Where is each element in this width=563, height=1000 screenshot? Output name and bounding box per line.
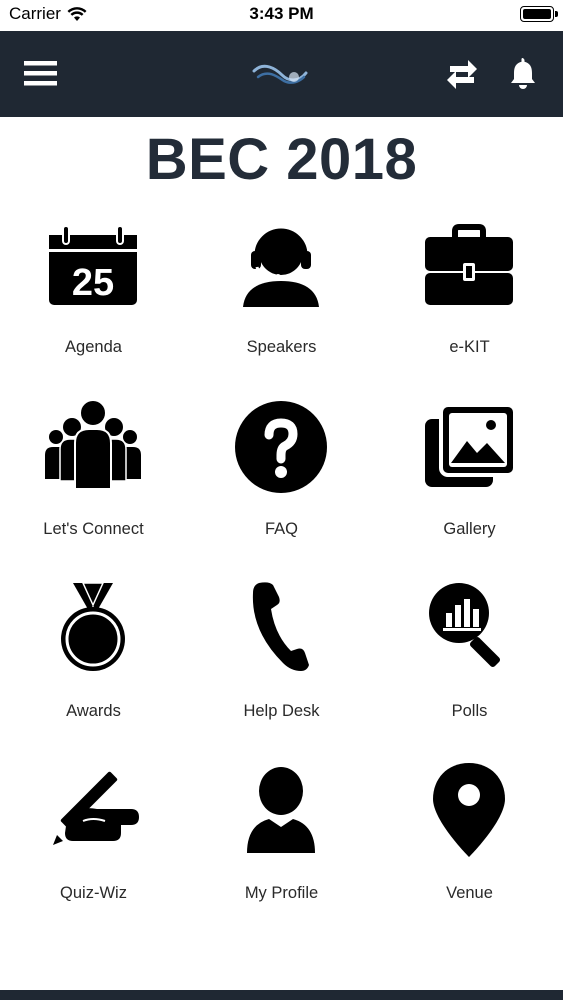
page-title: BEC 2018 (145, 127, 418, 192)
tile-label: Polls (451, 702, 488, 720)
tile-label: Agenda (65, 338, 122, 356)
medal-icon (61, 582, 125, 671)
app-logo (248, 55, 312, 95)
tile-gallery[interactable]: Gallery (376, 397, 563, 557)
profile-icon (247, 767, 315, 853)
tile-faq[interactable]: FAQ (188, 397, 375, 557)
gallery-icon (425, 403, 517, 487)
tile-label: My Profile (244, 884, 319, 902)
tile-help-desk[interactable]: Help Desk (188, 579, 375, 739)
calendar-icon: 25 (49, 225, 137, 305)
bottom-bar (0, 990, 563, 1000)
pencil-hand-icon (53, 771, 139, 845)
tile-ekit[interactable]: e-KIT (376, 215, 563, 375)
location-pin-icon (433, 763, 505, 857)
tile-label: Awards (66, 702, 121, 720)
tile-label: Help Desk (243, 702, 320, 720)
bell-icon (511, 58, 535, 89)
sync-icon (447, 60, 477, 89)
notifications-button[interactable] (503, 53, 543, 93)
poll-search-icon (429, 583, 501, 668)
tile-lets-connect[interactable]: Let's Connect (0, 397, 187, 557)
question-icon (235, 401, 327, 493)
tile-polls[interactable]: Polls (376, 579, 563, 739)
tile-label: FAQ (264, 520, 298, 538)
phone-icon (252, 582, 309, 671)
calendar-day: 25 (72, 262, 114, 304)
tile-label: e-KIT (449, 338, 490, 356)
tile-quiz-wiz[interactable]: Quiz-Wiz (0, 761, 187, 921)
briefcase-icon (425, 224, 513, 305)
tile-speakers[interactable]: Speakers (188, 215, 375, 375)
logo-swirl-icon (252, 64, 308, 84)
tile-label: Let's Connect (43, 520, 144, 538)
tile-awards[interactable]: Awards (0, 579, 187, 739)
tile-label: Speakers (246, 338, 317, 356)
sync-button[interactable] (442, 53, 482, 93)
battery-icon (520, 6, 558, 22)
headset-user-icon (243, 228, 319, 307)
tile-venue[interactable]: Venue (376, 761, 563, 921)
status-time: 3:43 PM (249, 4, 314, 23)
tile-agenda[interactable]: 25 Agenda (0, 215, 187, 375)
tile-label: Venue (446, 884, 493, 902)
app-header (0, 29, 563, 117)
menu-icon (24, 61, 57, 86)
tile-label: Gallery (443, 520, 496, 538)
tile-my-profile[interactable]: My Profile (188, 761, 375, 921)
menu-button[interactable] (22, 53, 62, 93)
group-icon (45, 399, 141, 490)
tile-label: Quiz-Wiz (60, 884, 127, 902)
status-bar: Carrier 3:43 PM (0, 0, 563, 29)
